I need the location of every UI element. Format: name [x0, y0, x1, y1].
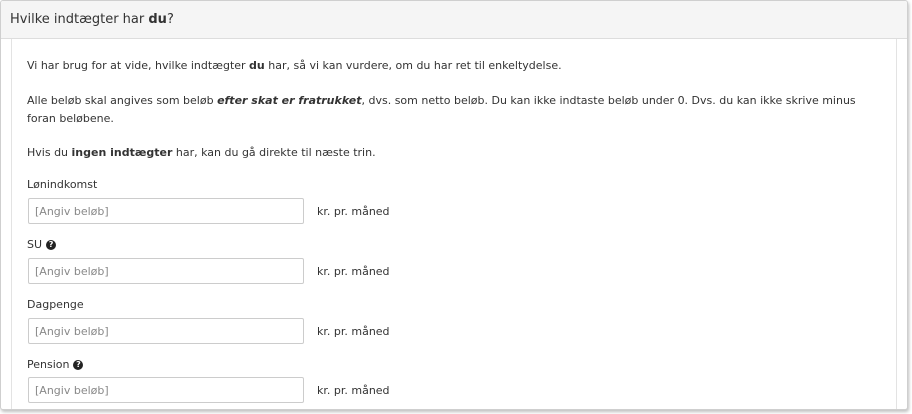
intro-paragraph-1: Vi har brug for at vide, hvilke indtægte…: [27, 57, 562, 75]
intro-paragraph-3: Hvis du ingen indtægter har, kan du gå d…: [27, 144, 376, 162]
unit-label: kr. pr. måned: [317, 205, 390, 218]
pension-input[interactable]: [28, 377, 304, 403]
intro-text: Vi har brug for at vide, hvilke indtægte…: [27, 59, 250, 72]
field-label-pension: Pension?: [27, 358, 84, 371]
unit-label: kr. pr. måned: [317, 265, 390, 278]
intro-emphasis: ingen indtægter: [71, 146, 173, 159]
intro-text: Alle beløb skal angives som beløb: [27, 94, 218, 107]
heading-prefix: Hvilke indtægter har: [10, 12, 149, 27]
unit-label: kr. pr. måned: [317, 325, 390, 338]
intro-text: Hvis du: [27, 146, 72, 159]
intro-emphasis: du: [249, 59, 265, 72]
field-label-dagpenge: Dagpenge: [27, 298, 84, 311]
unit-label: kr. pr. måned: [317, 384, 390, 397]
dagpenge-input[interactable]: [28, 318, 304, 344]
question-circle-icon[interactable]: ?: [73, 359, 84, 370]
income-panel: Hvilke indtægter har du? Vi har brug for…: [0, 0, 908, 410]
intro-emphasis: efter skat er fratrukket: [217, 94, 362, 107]
su-input[interactable]: [28, 258, 304, 284]
intro-text: har, kan du gå direkte til næste trin.: [172, 146, 376, 159]
intro-text: har, så vi kan vurdere, om du har ret ti…: [264, 59, 562, 72]
field-label-text: SU: [27, 238, 43, 251]
field-label-text: Pension: [27, 358, 70, 371]
intro-paragraph-2: Alle beløb skal angives som beløb efter …: [27, 92, 877, 128]
heading-bold: du: [148, 12, 167, 27]
loenindkomst-input[interactable]: [28, 198, 304, 224]
field-label-text: Dagpenge: [27, 298, 84, 311]
field-label-loenindkomst: Lønindkomst: [27, 178, 97, 191]
panel-heading: Hvilke indtægter har du?: [1, 1, 907, 39]
field-label-text: Lønindkomst: [27, 178, 98, 191]
question-circle-icon[interactable]: ?: [46, 239, 57, 250]
field-label-su: SU?: [27, 238, 57, 251]
heading-suffix: ?: [166, 12, 174, 27]
panel-body: Vi har brug for at vide, hvilke indtægte…: [11, 39, 897, 409]
